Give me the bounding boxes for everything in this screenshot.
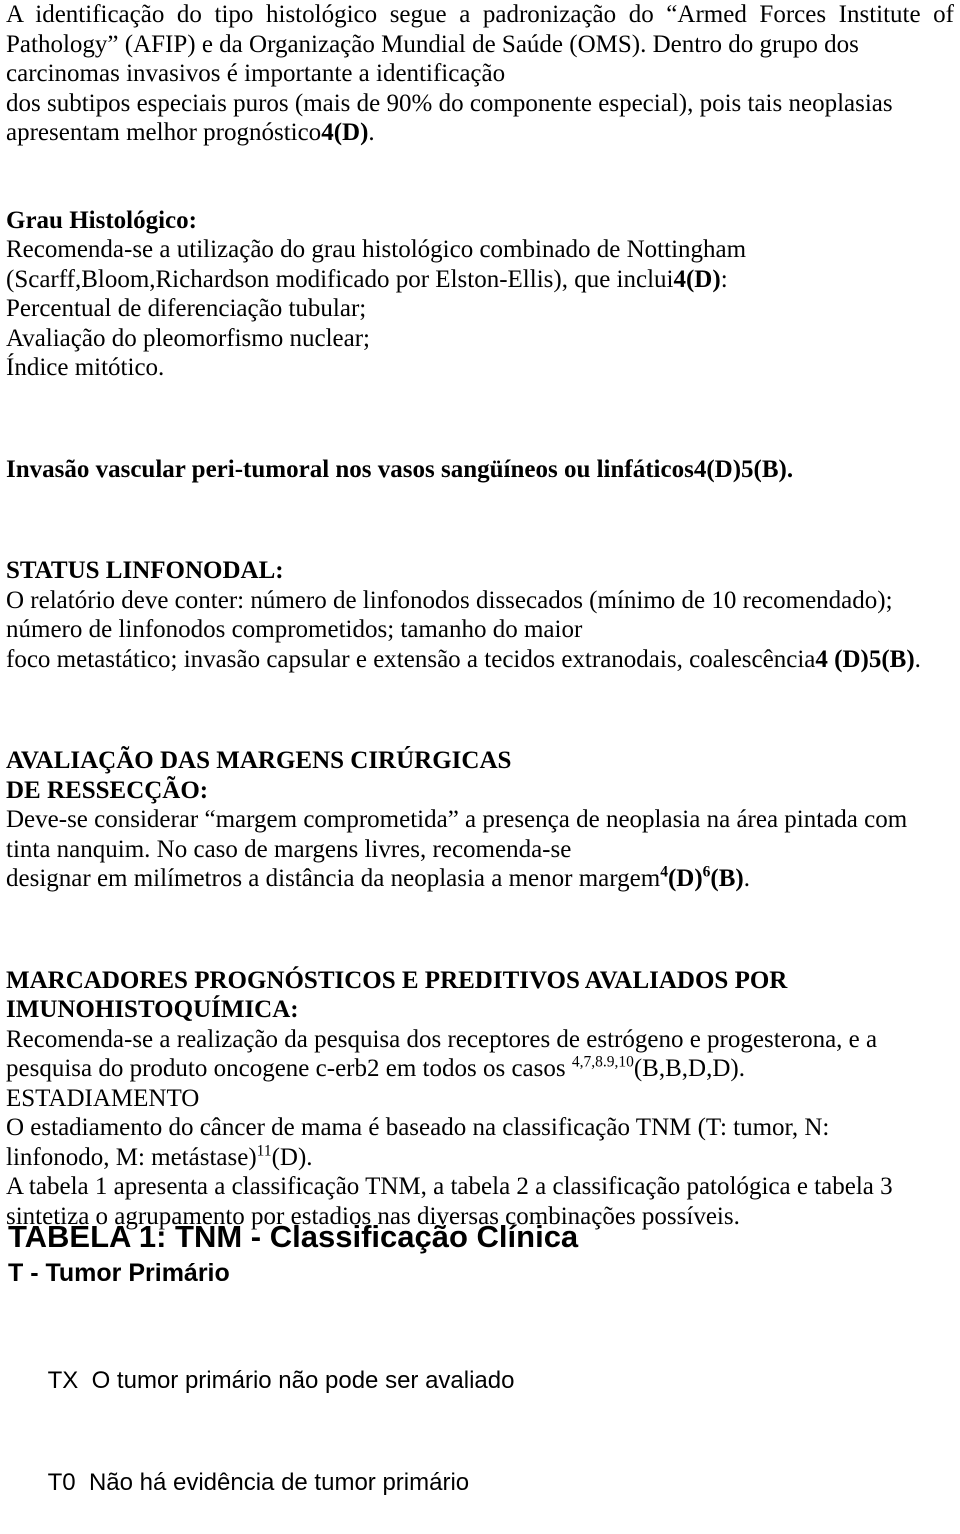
margens-ref-b: (B): [710, 865, 744, 892]
spacer-after-intro: [6, 148, 954, 206]
grau-line-2-wrap: (Scarff,Bloom,Richardson modificado por …: [6, 265, 954, 295]
margens-line-3-text: designar em milímetros a distância da ne…: [6, 865, 661, 892]
margens-ref-d: (D): [667, 865, 703, 892]
marcadores-line-2-end: (B,B,D,D).: [633, 1055, 745, 1082]
status-linfonodal-heading: STATUS LINFONODAL:: [6, 557, 284, 584]
tabela-1-spacer: [8, 1290, 948, 1330]
marcadores-line-2-wrap: pesquisa do produto oncogene c-erb2 em t…: [6, 1054, 954, 1084]
intro-line-5-wrap: apresentam melhor prognóstico4(D).: [6, 118, 954, 148]
grau-line-2-end: :: [720, 265, 728, 293]
estadiamento-line-2-end: (D).: [271, 1143, 313, 1171]
table-row: TX O tumor primário não pode ser avaliad…: [8, 1330, 948, 1432]
tabela-1-title: TABELA 1: TNM - Classificação Clínica: [8, 1219, 579, 1254]
status-linfonodal-line-3-wrap: foco metastático; invasão capsular e ext…: [6, 645, 954, 675]
marcadores-line-2-text: pesquisa do produto oncogene c-erb2 em t…: [6, 1055, 572, 1082]
document-page: A identificação do tipo histológico segu…: [0, 0, 960, 1496]
status-linfonodal-line-2: número de linfonodos comprometidos; tama…: [6, 616, 583, 643]
grau-line-2-text: (Scarff,Bloom,Richardson modificado por …: [6, 265, 674, 293]
margens-line-3-end: .: [743, 865, 750, 892]
tabela-1-row-1-description: Não há evidência de tumor primário: [88, 1469, 470, 1496]
tabela-1-section: TABELA 1: TNM - Classificação Clínica T …: [8, 1218, 948, 1534]
tabela-1-row-0-code: TX: [47, 1367, 79, 1394]
tabela-1-row-0-description: O tumor primário não pode ser avaliado: [91, 1367, 515, 1394]
spacer-after-grau: [6, 383, 954, 455]
intro-line-3: carcinomas invasivos é importante a iden…: [6, 60, 506, 87]
margens-heading-line-2: DE RESSECÇÃO:: [6, 776, 209, 804]
intro-line-3-wrap: carcinomas invasivos é importante a iden…: [6, 59, 954, 89]
margens-sup-4: 4: [660, 863, 668, 881]
estadiamento-heading: ESTADIAMENTO: [6, 1084, 200, 1112]
marcadores-heading-line-2: IMUNOHISTOQUÍMICA:: [6, 996, 299, 1023]
grau-histologico-heading: Grau Histológico:: [6, 206, 197, 234]
invasao-vascular-text: Invasão vascular peri-tumoral nos vasos …: [6, 455, 694, 483]
grau-item-3: Índice mitótico.: [6, 354, 165, 381]
grau-line-2-ref: 4(D): [673, 265, 721, 293]
tabela-1-row-1-sep: [76, 1469, 89, 1496]
marcadores-sup-refs: 4,7,8.9,10: [571, 1053, 634, 1071]
status-linfonodal-line-3-ref: 4 (D)5(B): [815, 645, 915, 673]
intro-line-2: Pathology” (AFIP) e da Organização Mundi…: [6, 30, 859, 58]
status-linfonodal-line-3-text: foco metastático; invasão capsular e ext…: [6, 645, 816, 673]
spacer-after-margens: [6, 894, 954, 966]
estadiamento-line-2-text: linfonodo, M: metástase): [6, 1143, 257, 1171]
intro-line-5-end: .: [368, 119, 375, 146]
estadiamento-sup-11: 11: [256, 1142, 272, 1160]
intro-line-4: dos subtipos especiais puros (mais de 90…: [6, 89, 893, 117]
intro-line-1: A identificação do tipo histológico segu…: [6, 1, 954, 28]
grau-item-2: Avaliação do pleomorfismo nuclear;: [6, 324, 370, 352]
grau-line-1: Recomenda-se a utilização do grau histol…: [6, 236, 747, 263]
tabela-1-row-1-code: T0: [47, 1469, 76, 1496]
table-row: T0 Não há evidência de tumor primário: [8, 1432, 948, 1534]
invasao-vascular-ref: 4(D)5(B): [693, 455, 787, 483]
margens-heading-line-1: AVALIAÇÃO DAS MARGENS CIRÚRGICAS: [6, 747, 512, 774]
margens-line-1: Deve-se considerar “margem comprometida”…: [6, 806, 908, 833]
marcadores-heading-line-1: MARCADORES PROGNÓSTICOS E PREDITIVOS AVA…: [6, 966, 788, 994]
status-linfonodal-line-3-end: .: [914, 645, 921, 673]
estadiamento-line-3: A tabela 1 apresenta a classificação TNM…: [6, 1173, 893, 1200]
intro-paragraph: A identificação do tipo histológico segu…: [6, 0, 954, 59]
tabela-1-row-0-sep: [78, 1367, 91, 1394]
intro-line-5-text: apresentam melhor prognóstico: [6, 119, 322, 146]
invasao-vascular-end: .: [786, 455, 794, 483]
status-linfonodal-line-1: O relatório deve conter: número de linfo…: [6, 586, 893, 614]
intro-line-5-ref: 4(D): [321, 119, 369, 146]
spacer-after-invasao: [6, 484, 954, 556]
document-body: A identificação do tipo histológico segu…: [6, 0, 954, 1231]
grau-line-1-wrap: Recomenda-se a utilização do grau histol…: [6, 235, 954, 265]
tabela-1-subtitle: T - Tumor Primário: [8, 1259, 230, 1287]
invasao-vascular-line: Invasão vascular peri-tumoral nos vasos …: [6, 455, 954, 485]
margens-line-2: tinta nanquim. No caso de margens livres…: [6, 835, 572, 863]
margens-line-3-wrap: designar em milímetros a distância da ne…: [6, 864, 954, 894]
estadiamento-line-1: O estadiamento do câncer de mama é basea…: [6, 1114, 830, 1141]
marcadores-line-1: Recomenda-se a realização da pesquisa do…: [6, 1025, 878, 1053]
spacer-after-status: [6, 674, 954, 746]
estadiamento-line-2-wrap: linfonodo, M: metástase)11(D).: [6, 1143, 954, 1173]
intro-line-4-wrap: dos subtipos especiais puros (mais de 90…: [6, 89, 954, 119]
grau-item-1: Percentual de diferenciação tubular;: [6, 295, 367, 322]
